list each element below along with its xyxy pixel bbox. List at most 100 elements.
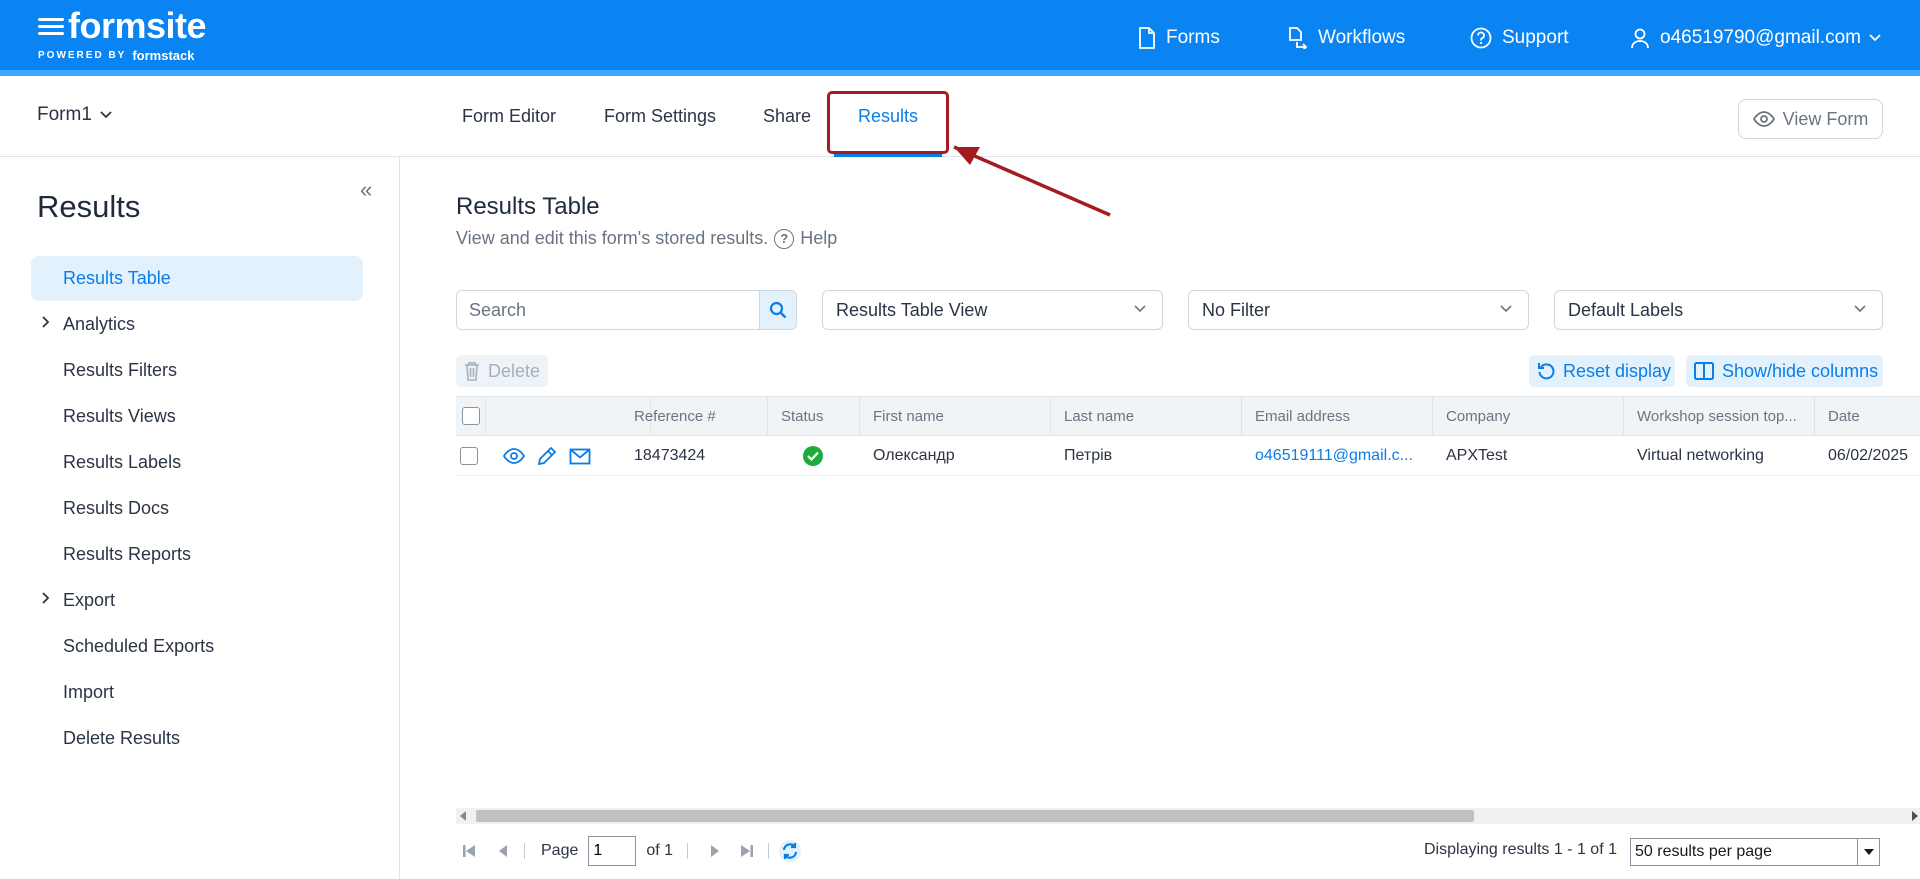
column-header-date[interactable]: Date xyxy=(1815,397,1920,435)
nav-workflows-label: Workflows xyxy=(1318,27,1406,48)
sidebar-item-results-filters[interactable]: Results Filters xyxy=(31,348,363,393)
scroll-left-icon[interactable] xyxy=(460,811,466,821)
horizontal-scrollbar[interactable] xyxy=(456,808,1920,824)
sidebar-item-export[interactable]: Export xyxy=(31,578,363,623)
description-text: View and edit this form's stored results… xyxy=(456,228,769,248)
cell-workshop: Virtual networking xyxy=(1637,447,1764,464)
delete-button[interactable]: Delete xyxy=(456,355,548,387)
results-view-select[interactable]: Results Table View xyxy=(822,290,1163,330)
edit-pencil-icon[interactable] xyxy=(537,446,557,466)
tab-form-settings[interactable]: Form Settings xyxy=(604,76,716,157)
nav-support-label: Support xyxy=(1502,27,1569,48)
powered-by-text: POWERED BY xyxy=(38,50,127,61)
cell-status xyxy=(768,436,860,476)
results-view-value: Results Table View xyxy=(836,299,988,320)
sidebar-item-delete-results[interactable]: Delete Results xyxy=(31,716,363,761)
sidebar-item-label: Import xyxy=(63,682,115,702)
trash-icon xyxy=(465,362,479,381)
row-actions xyxy=(486,436,621,476)
nav-support[interactable]: Support xyxy=(1470,0,1569,76)
filter-value: No Filter xyxy=(1202,299,1271,320)
row-select-cell xyxy=(456,436,486,476)
columns-icon xyxy=(1694,362,1714,380)
sidebar-item-label: Results Views xyxy=(63,406,176,426)
page-description: View and edit this form's stored results… xyxy=(456,228,837,249)
pager-separator xyxy=(687,843,689,859)
show-hide-columns-button[interactable]: Show/hide columns xyxy=(1686,355,1883,387)
chevron-down-icon xyxy=(1134,305,1146,313)
page-number-input[interactable] xyxy=(588,836,637,866)
row-checkbox[interactable] xyxy=(460,447,478,465)
prev-page-icon xyxy=(499,845,507,857)
cell-email[interactable]: o46519111@gmail.c... xyxy=(1242,436,1433,476)
next-page-button[interactable] xyxy=(702,838,728,864)
results-tab-highlight xyxy=(827,91,949,154)
column-header-email[interactable]: Email address xyxy=(1242,397,1433,435)
view-form-label: View Form xyxy=(1782,108,1869,129)
first-page-button[interactable] xyxy=(456,838,482,864)
sidebar-item-results-docs[interactable]: Results Docs xyxy=(31,486,363,531)
pager-separator xyxy=(768,843,770,859)
column-header-status[interactable]: Status xyxy=(768,397,860,435)
search-button[interactable] xyxy=(759,291,796,329)
column-header-last-name[interactable]: Last name xyxy=(1051,397,1242,435)
reset-icon xyxy=(1538,363,1555,380)
tab-form-editor[interactable]: Form Editor xyxy=(462,76,556,157)
last-page-button[interactable] xyxy=(734,838,760,864)
reset-display-label: Reset display xyxy=(1563,360,1672,381)
formsite-logo[interactable]: formsite POWERED BY formstack xyxy=(38,5,207,63)
status-complete-check-icon xyxy=(803,446,823,466)
pagination: Page of 1 xyxy=(456,836,803,866)
chevron-down-icon xyxy=(1854,305,1866,313)
labels-select[interactable]: Default Labels xyxy=(1554,290,1883,330)
filter-select[interactable]: No Filter xyxy=(1188,290,1529,330)
formstack-text: formstack xyxy=(132,48,195,63)
sidebar-item-results-reports[interactable]: Results Reports xyxy=(31,532,363,577)
prev-page-button[interactable] xyxy=(490,838,516,864)
column-header-workshop[interactable]: Workshop session top... xyxy=(1624,397,1815,435)
results-per-page-select[interactable]: 50 results per page xyxy=(1630,838,1880,866)
column-header-company[interactable]: Company xyxy=(1433,397,1624,435)
help-link[interactable]: Help xyxy=(800,228,837,249)
collapse-sidebar-icon[interactable]: « xyxy=(360,177,372,203)
sidebar-item-label: Results Table xyxy=(63,268,171,288)
cell-first-name: Олександр xyxy=(873,447,955,464)
logo-text: formsite xyxy=(68,5,207,46)
sidebar-item-results-table[interactable]: Results Table xyxy=(31,256,363,301)
column-header-reference[interactable]: Reference # xyxy=(621,397,768,435)
show-hide-columns-label: Show/hide columns xyxy=(1722,360,1879,381)
cell-date: 06/02/2025 xyxy=(1828,447,1909,464)
search-input[interactable] xyxy=(457,291,760,329)
scrollbar-thumb[interactable] xyxy=(476,810,1474,822)
column-header-first-name[interactable]: First name xyxy=(860,397,1051,435)
last-page-icon xyxy=(741,845,754,857)
table-header: Reference # Status First name Last name … xyxy=(456,396,1920,436)
help-icon[interactable]: ? xyxy=(774,228,795,249)
sidebar-item-results-labels[interactable]: Results Labels xyxy=(31,440,363,485)
scroll-right-icon[interactable] xyxy=(1912,811,1918,821)
email-envelope-icon[interactable] xyxy=(569,448,591,465)
view-form-button[interactable]: View Form xyxy=(1738,99,1883,139)
nav-workflows[interactable]: Workflows xyxy=(1288,0,1405,76)
nav-forms-label: Forms xyxy=(1166,27,1220,48)
sidebar-item-analytics[interactable]: Analytics xyxy=(31,302,363,347)
refresh-button[interactable] xyxy=(777,838,803,864)
tab-share[interactable]: Share xyxy=(763,76,811,157)
select-all-checkbox[interactable] xyxy=(462,407,480,425)
display-count: Displaying results 1 - 1 of 1 xyxy=(1424,841,1617,858)
nav-forms[interactable]: Forms xyxy=(1138,0,1220,76)
reset-display-button[interactable]: Reset display xyxy=(1529,355,1675,387)
sidebar-item-import[interactable]: Import xyxy=(31,670,363,715)
form-selector[interactable]: Form1 xyxy=(37,104,112,126)
view-eye-icon[interactable] xyxy=(503,448,525,464)
sidebar-item-scheduled-exports[interactable]: Scheduled Exports xyxy=(31,624,363,669)
user-menu[interactable]: o46519790@gmail.com xyxy=(1630,0,1881,76)
top-navigation-bar: formsite POWERED BY formstack Forms Work… xyxy=(0,0,1920,76)
chevron-right-icon xyxy=(42,592,50,604)
user-email: o46519790@gmail.com xyxy=(1660,27,1861,48)
cell-last-name: Петрів xyxy=(1064,447,1113,464)
question-circle-icon xyxy=(1470,27,1492,49)
logo-lines-icon xyxy=(38,14,64,39)
sidebar-item-results-views[interactable]: Results Views xyxy=(31,394,363,439)
table-row: 18473424 Олександр Петрів o46519111@gmai… xyxy=(456,436,1920,476)
